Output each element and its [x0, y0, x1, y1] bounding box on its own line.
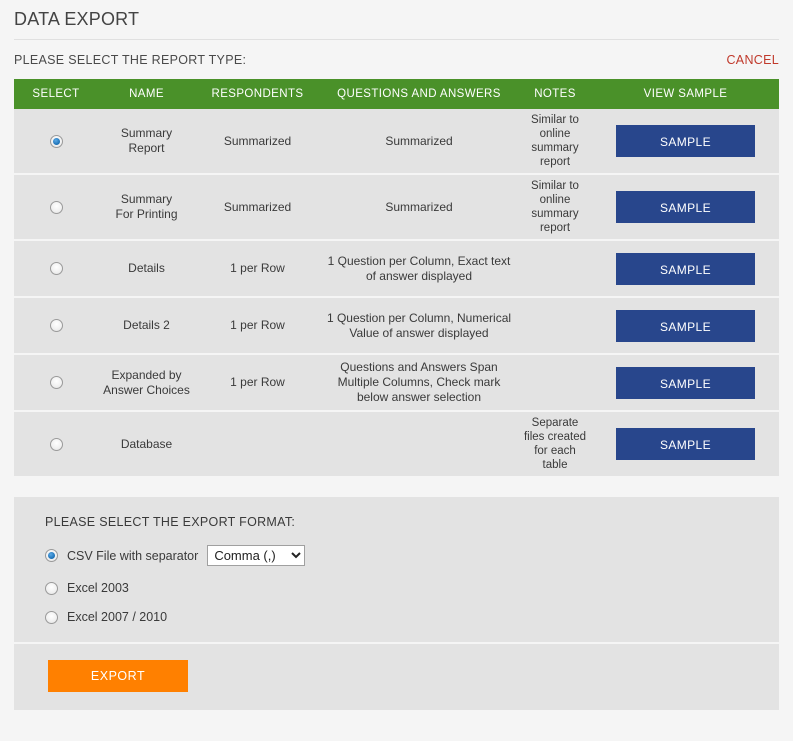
row-notes: Similar to online summary report	[531, 180, 579, 234]
row-name: Details	[128, 261, 165, 275]
row-select-cell	[14, 314, 98, 337]
format-option-excel-2003[interactable]: Excel 2003	[45, 581, 779, 595]
export-button[interactable]: EXPORT	[48, 660, 188, 692]
row-select-cell	[14, 130, 98, 153]
row-sample-cell: SAMPLE	[592, 249, 779, 289]
column-header-select: SELECT	[32, 88, 80, 100]
radio-excel-2003[interactable]	[45, 581, 58, 595]
radio-report-type[interactable]	[49, 437, 63, 451]
radio-report-type[interactable]	[49, 262, 63, 276]
row-questions-and-answers: 1 Question per Column, Numerical Value o…	[326, 310, 512, 340]
export-format-panel: PLEASE SELECT THE EXPORT FORMAT: CSV Fil…	[14, 497, 779, 710]
separator-select[interactable]: Comma (,)Semicolon (;)TabPipe (|)	[207, 545, 306, 566]
row-respondents	[195, 440, 320, 448]
row-respondents: 1 per Row	[230, 318, 285, 332]
sample-button[interactable]: SAMPLE	[616, 428, 755, 460]
radio-report-type[interactable]	[49, 200, 63, 214]
row-notes	[518, 379, 592, 387]
row-notes	[518, 265, 592, 273]
export-action-area: EXPORT	[14, 644, 779, 710]
row-notes: Similar to online summary report	[531, 114, 579, 168]
column-header-questions-and-answers: QUESTIONS AND ANSWERS	[337, 88, 501, 100]
row-select-cell	[14, 371, 98, 394]
row-sample-cell: SAMPLE	[592, 306, 779, 346]
title-bar: DATA EXPORT	[0, 0, 793, 39]
row-sample-cell: SAMPLE	[592, 363, 779, 403]
table-row[interactable]: Summary Report Summarized Summarized Simila…	[14, 109, 779, 175]
table-row[interactable]: Expanded by Answer Choices 1 per Row Questi…	[14, 355, 779, 412]
radio-excel-2007[interactable]	[45, 610, 58, 624]
format-option-csv-label: CSV File with separator	[67, 548, 199, 563]
row-questions-and-answers: Summarized	[385, 133, 453, 148]
column-header-view-sample: VIEW SAMPLE	[643, 88, 728, 100]
row-respondents: Summarized	[223, 199, 292, 214]
column-header-respondents: RESPONDENTS	[211, 88, 304, 100]
column-header-notes: NOTES	[534, 88, 576, 100]
row-notes	[518, 322, 592, 330]
row-name: Summary For Printing	[115, 192, 178, 221]
export-format-title: PLEASE SELECT THE EXPORT FORMAT:	[45, 515, 296, 529]
report-type-label: PLEASE SELECT THE REPORT TYPE:	[14, 53, 247, 67]
sample-button[interactable]: SAMPLE	[616, 309, 755, 342]
row-name: Details 2	[123, 318, 170, 332]
radio-report-type[interactable]	[49, 376, 63, 390]
table-body: Summary Report Summarized Summarized Simila…	[14, 109, 779, 476]
row-select-cell	[14, 257, 98, 280]
table-row[interactable]: Database Separate files created for each …	[14, 412, 779, 476]
sample-button[interactable]: SAMPLE	[616, 191, 755, 223]
row-notes: Separate files created for each table	[523, 417, 586, 471]
row-questions-and-answers: 1 Question per Column, Exact text of ans…	[327, 253, 511, 283]
row-name: Summary Report	[120, 126, 173, 155]
row-sample-cell: SAMPLE	[592, 187, 779, 227]
row-sample-cell: SAMPLE	[592, 121, 779, 161]
sample-button[interactable]: SAMPLE	[616, 125, 755, 157]
radio-csv[interactable]	[45, 549, 58, 562]
report-type-subheader: PLEASE SELECT THE REPORT TYPE: CANCEL	[0, 40, 793, 79]
row-name: Database	[120, 436, 173, 451]
row-respondents: 1 per Row	[230, 261, 285, 275]
row-questions-and-answers: Questions and Answers Span Multiple Colu…	[337, 360, 501, 404]
data-export-page: DATA EXPORT PLEASE SELECT THE REPORT TYP…	[0, 0, 793, 741]
table-row[interactable]: Details 2 1 per Row 1 Question per Column,…	[14, 298, 779, 355]
row-select-cell	[14, 196, 98, 219]
report-type-table: SELECT NAME RESPONDENTS QUESTIONS AND AN…	[14, 79, 779, 476]
row-questions-and-answers: Summarized	[385, 199, 453, 214]
table-header-row: SELECT NAME RESPONDENTS QUESTIONS AND AN…	[14, 79, 779, 109]
radio-report-type[interactable]	[49, 134, 63, 148]
row-respondents: 1 per Row	[230, 375, 285, 389]
table-row[interactable]: Details 1 per Row 1 Question per Column, E…	[14, 241, 779, 298]
sample-button[interactable]: SAMPLE	[616, 366, 755, 399]
column-header-name: NAME	[129, 88, 164, 100]
row-select-cell	[14, 433, 98, 456]
row-name: Expanded by Answer Choices	[103, 367, 190, 397]
format-option-excel-2007-label: Excel 2007 / 2010	[67, 610, 168, 624]
row-sample-cell: SAMPLE	[592, 424, 779, 464]
format-option-csv[interactable]: CSV File with separator Comma (,)Semicol…	[45, 545, 779, 566]
row-questions-and-answers	[320, 440, 518, 448]
format-option-excel-2007[interactable]: Excel 2007 / 2010	[45, 610, 779, 624]
row-respondents: Summarized	[223, 133, 292, 148]
cancel-link[interactable]: CANCEL	[726, 53, 779, 67]
page-title: DATA EXPORT	[14, 9, 140, 29]
radio-report-type[interactable]	[49, 319, 63, 333]
sample-button[interactable]: SAMPLE	[616, 252, 755, 285]
format-option-excel-2003-label: Excel 2003	[67, 581, 129, 595]
table-row[interactable]: Summary For Printing Summarized Summarized S…	[14, 175, 779, 241]
export-format-options: PLEASE SELECT THE EXPORT FORMAT: CSV Fil…	[14, 497, 779, 642]
